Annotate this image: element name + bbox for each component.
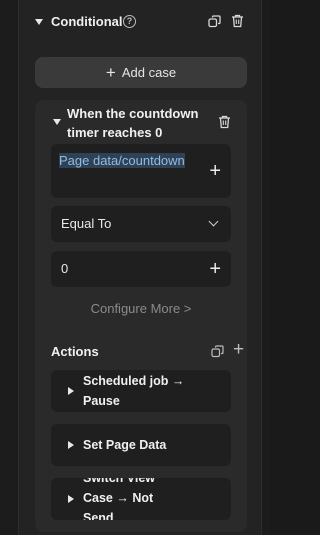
plus-icon[interactable]: +	[209, 161, 221, 181]
caret-right-icon[interactable]	[68, 387, 74, 395]
add-case-label: Add case	[121, 65, 177, 80]
data-source-value: Page data/countdown	[59, 153, 185, 168]
compare-value: 0	[61, 261, 69, 276]
actions-label: Actions	[51, 344, 99, 359]
trash-icon[interactable]	[218, 115, 231, 129]
copy-icon[interactable]	[208, 15, 221, 28]
copy-icon[interactable]	[211, 345, 224, 358]
operator-value: Equal To	[61, 216, 112, 231]
plus-icon: +	[105, 63, 116, 82]
data-source-field[interactable]: Page data/countdown +	[51, 144, 231, 198]
conditional-title: Conditional	[51, 14, 123, 29]
help-icon[interactable]: ?	[123, 15, 136, 28]
plus-icon[interactable]: +	[209, 259, 221, 279]
data-source-chip[interactable]: Page data/countdown	[59, 151, 199, 171]
action-label: Scheduled job → Pause	[83, 374, 185, 408]
operator-select[interactable]: Equal To	[51, 206, 231, 242]
conditional-header[interactable]: Conditional ?	[19, 8, 263, 36]
action-item[interactable]: Scheduled job → Pause	[51, 370, 231, 412]
caret-down-icon[interactable]	[35, 19, 43, 25]
action-label: Set Page Data	[83, 438, 167, 452]
caret-right-icon[interactable]	[68, 495, 74, 503]
conditional-panel: Conditional ? + Add case When the countd…	[18, 0, 262, 535]
plus-icon[interactable]: +	[233, 340, 244, 359]
caret-right-icon[interactable]	[68, 441, 74, 449]
compare-value-field[interactable]: 0 +	[51, 251, 231, 287]
left-gutter	[0, 0, 18, 535]
add-case-button[interactable]: + Add case	[35, 57, 247, 88]
action-item[interactable]: Switch View Case → Not Send	[51, 478, 231, 520]
action-label: Switch View Case → Not Send	[83, 478, 156, 520]
configure-more-link[interactable]: Configure More >	[35, 301, 247, 316]
chevron-down-icon	[208, 216, 219, 227]
trash-icon[interactable]	[231, 14, 244, 28]
case-card: When the countdown timer reaches 0 Page …	[35, 100, 247, 532]
action-item[interactable]: Set Page Data	[51, 424, 231, 466]
right-gutter	[262, 0, 270, 535]
case-title: When the countdown timer reaches 0	[67, 106, 199, 140]
caret-down-icon[interactable]	[53, 119, 61, 125]
